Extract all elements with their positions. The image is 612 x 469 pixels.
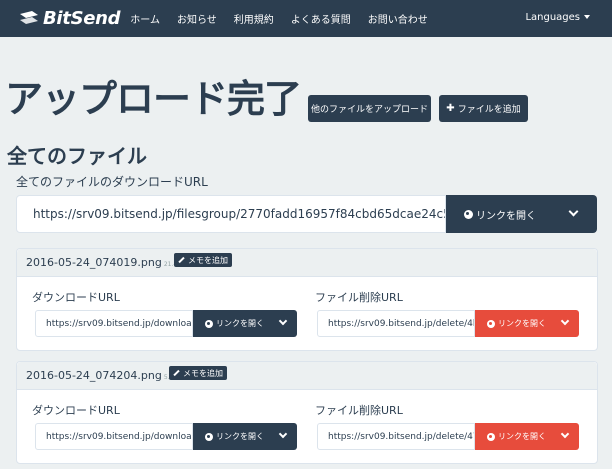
add-memo-button[interactable]: メモを追加 (169, 366, 227, 380)
brand-name: BitSend (43, 8, 121, 29)
delete-open-link-button[interactable]: リンクを開く (475, 423, 579, 450)
add-memo-label: メモを追加 (188, 255, 228, 265)
page-title: アップロード完了 (5, 77, 302, 121)
delete-url-label: ファイル削除URL (315, 291, 403, 304)
nav-item-contact[interactable]: お問い合わせ (368, 11, 428, 26)
all-files-url-input[interactable]: https://srv09.bitsend.jp/filesgroup/2770… (16, 195, 446, 233)
pencil-icon (173, 369, 180, 377)
add-memo-button[interactable]: メモを追加 (174, 253, 232, 267)
globe-icon (205, 319, 213, 328)
download-url: https://srv09.bitsend.jp/download (46, 431, 193, 442)
add-file-button[interactable]: ✚ ファイルを追加 (439, 95, 528, 122)
file-name: 2016-05-24_074019.png21.44 KB (26, 256, 191, 269)
file-panel-header: 2016-05-24_074204.png5.71 KB メモを追加 (17, 362, 597, 390)
chevron-down-icon[interactable] (278, 429, 288, 439)
open-link-label: リンクを開く (498, 432, 546, 441)
chevron-down-icon[interactable] (278, 316, 288, 326)
file-panel: 2016-05-24_074204.png5.71 KB メモを追加 ダウンロー… (16, 361, 598, 464)
chevron-down-icon[interactable] (560, 316, 570, 326)
globe-icon (464, 209, 473, 219)
download-open-link-button[interactable]: リンクを開く (193, 310, 297, 337)
languages-dropdown[interactable]: Languages (525, 12, 590, 23)
pencil-icon (178, 256, 185, 264)
delete-url-label: ファイル削除URL (315, 404, 403, 417)
download-url-input[interactable]: https://srv09.bitsend.jp/download (35, 423, 193, 450)
open-link-label: リンクを開く (216, 432, 264, 441)
download-url: https://srv09.bitsend.jp/download (46, 318, 193, 329)
delete-url-input[interactable]: https://srv09.bitsend.jp/delete/47 (317, 423, 475, 450)
globe-icon (487, 432, 495, 441)
add-file-label: ファイルを追加 (457, 105, 521, 115)
file-panel-header: 2016-05-24_074019.png21.44 KB メモを追加 (17, 249, 597, 277)
open-link-label: リンクを開く (498, 319, 546, 328)
delete-url: https://srv09.bitsend.jp/delete/4b (328, 318, 475, 329)
add-memo-label: メモを追加 (183, 368, 223, 378)
open-link-label: リンクを開く (216, 319, 264, 328)
delete-open-link-button[interactable]: リンクを開く (475, 310, 579, 337)
file-panel: 2016-05-24_074019.png21.44 KB メモを追加 ダウンロ… (16, 248, 598, 351)
nav-item-faq[interactable]: よくある質問 (291, 11, 351, 26)
all-files-heading: 全てのファイル (7, 144, 147, 168)
bitsend-logo-icon (20, 10, 38, 24)
upload-other-label: 他のファイルをアップロード (310, 105, 428, 115)
download-open-link-button[interactable]: リンクを開く (193, 423, 297, 450)
all-files-url: https://srv09.bitsend.jp/filesgroup/2770… (33, 207, 446, 221)
file-name: 2016-05-24_074204.png5.71 KB (26, 369, 187, 382)
delete-url-input[interactable]: https://srv09.bitsend.jp/delete/4b (317, 310, 475, 337)
navbar: BitSend ホーム お知らせ 利用規約 よくある質問 お問い合わせ Lang… (0, 0, 612, 37)
chevron-down-icon[interactable] (560, 429, 570, 439)
caret-down-icon (584, 15, 590, 19)
all-files-download-label: 全てのファイルのダウンロードURL (16, 175, 208, 189)
chevron-down-icon[interactable] (568, 206, 579, 217)
download-url-input[interactable]: https://srv09.bitsend.jp/download (35, 310, 193, 337)
plus-icon: ✚ (446, 103, 455, 114)
nav-item-news[interactable]: お知らせ (177, 11, 217, 26)
upload-other-button[interactable]: 他のファイルをアップロード (308, 95, 431, 122)
globe-icon (205, 432, 213, 441)
open-link-label: リンクを開く (476, 210, 536, 222)
brand-logo[interactable]: BitSend (18, 8, 121, 29)
delete-url: https://srv09.bitsend.jp/delete/47 (328, 431, 475, 442)
download-url-label: ダウンロードURL (32, 404, 120, 417)
nav-item-terms[interactable]: 利用規約 (234, 11, 274, 26)
globe-icon (487, 319, 495, 328)
download-url-label: ダウンロードURL (32, 291, 120, 304)
all-files-open-link-button[interactable]: リンクを開く (446, 195, 597, 233)
nav-item-home[interactable]: ホーム (130, 11, 160, 26)
languages-label: Languages (525, 12, 580, 23)
